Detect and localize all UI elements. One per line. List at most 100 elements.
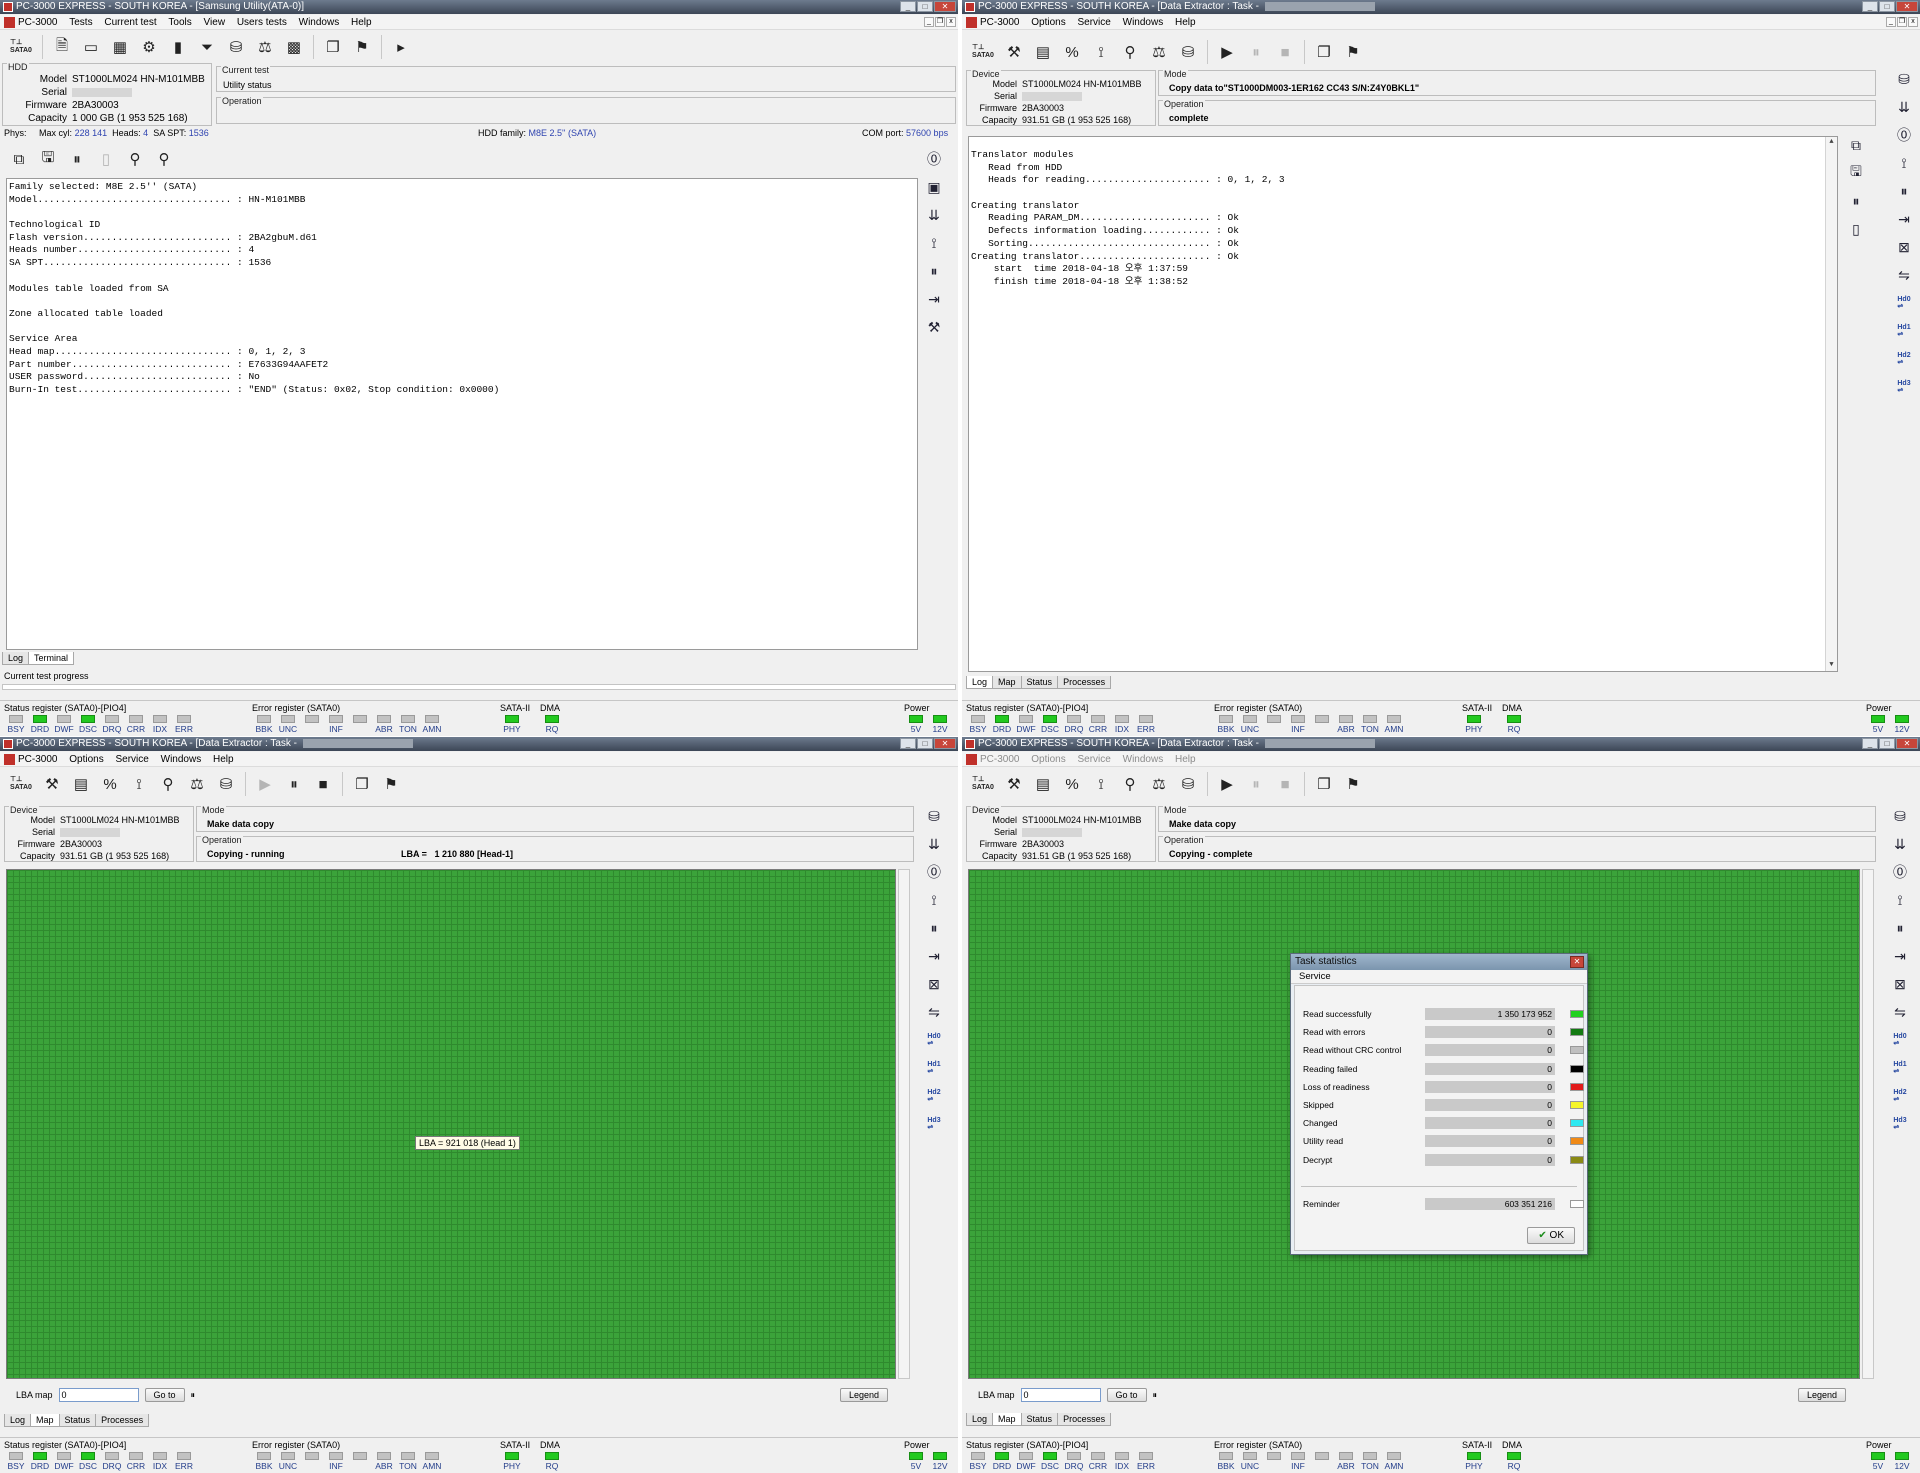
device-icon[interactable]: ⛁ (922, 803, 946, 829)
play-icon[interactable]: ▶ (1214, 39, 1240, 65)
lba-map-input[interactable]: 0 (58, 1388, 139, 1402)
menu-help[interactable]: Help (351, 15, 372, 30)
hd1-select-icon[interactable]: Hd1 ⇌ (922, 1055, 946, 1081)
step-icon[interactable]: ⇥ (922, 286, 946, 312)
scale-icon[interactable]: ⚖ (1146, 39, 1172, 65)
goto-button[interactable]: Go to (144, 1388, 185, 1402)
menu-options[interactable]: Options (69, 752, 103, 767)
mdi-restore-button[interactable]: ❐ (1897, 17, 1907, 27)
run-exit-icon[interactable]: ⚑ (1340, 39, 1366, 65)
device-icon[interactable]: ⛁ (1888, 803, 1912, 829)
tab-status[interactable]: Status (1020, 676, 1059, 689)
legend-button[interactable]: Legend (1798, 1388, 1847, 1402)
reset-icon[interactable]: ⇊ (922, 831, 946, 857)
task-icon[interactable]: ▤ (1030, 771, 1056, 797)
menu-windows[interactable]: Windows (299, 15, 340, 30)
tools-icon[interactable]: ⚒ (1001, 39, 1027, 65)
menu-pc3000[interactable]: PC-3000 (18, 752, 57, 767)
run-exit-icon[interactable]: ⚑ (1340, 771, 1366, 797)
play-icon[interactable]: ▶ (1214, 771, 1240, 797)
probe-icon[interactable]: ⟟ (922, 887, 946, 913)
close-button[interactable]: ✕ (1896, 1, 1918, 12)
scale-icon[interactable]: ⚖ (252, 34, 278, 60)
menu-pc3000[interactable]: PC-3000 (980, 15, 1019, 30)
step-icon[interactable]: ⇥ (1892, 206, 1916, 232)
menu-pc3000[interactable]: PC-3000 (18, 15, 57, 30)
menu-service[interactable]: Service (1078, 752, 1111, 767)
menu-service[interactable]: Service (1078, 15, 1111, 30)
save-log-icon[interactable]: 🖫 (1844, 160, 1868, 186)
close-button[interactable]: ✕ (1896, 738, 1918, 749)
hd2-select-icon[interactable]: Hd2 ⇌ (1892, 346, 1916, 372)
tools-icon[interactable]: ⚒ (39, 771, 65, 797)
stop-icon[interactable]: ■ (1272, 771, 1298, 797)
hd2-select-icon[interactable]: Hd2 ⇌ (922, 1083, 946, 1109)
dialog-close-icon[interactable]: ✕ (1570, 956, 1584, 968)
log-scrollbar[interactable]: ▲ ▼ (1825, 137, 1837, 671)
lba-map[interactable]: LBA = 921 018 (Head 1) (6, 869, 896, 1379)
reset-icon[interactable]: ⇊ (1892, 94, 1916, 120)
clear-icon[interactable]: ▯ (1844, 216, 1868, 242)
tab-map[interactable]: Map (992, 1413, 1022, 1426)
lba-map-input[interactable]: 0 (1020, 1388, 1101, 1402)
windows-icon[interactable]: ❐ (1311, 39, 1337, 65)
mdi-minimize-button[interactable]: _ (1886, 17, 1896, 27)
windows-icon[interactable]: ❐ (320, 34, 346, 60)
hd0-icon[interactable]: ⓪ (1888, 859, 1912, 885)
dialog-menu-service[interactable]: Service (1291, 970, 1587, 984)
cross-icon[interactable]: ⊠ (1888, 971, 1912, 997)
map-scrollbar[interactable] (898, 869, 910, 1379)
stop-icon[interactable]: ■ (1272, 39, 1298, 65)
probe-icon[interactable]: ⟟ (126, 771, 152, 797)
head-select-icon[interactable]: ⇋ (1888, 999, 1912, 1025)
reset-icon[interactable]: ⇊ (1888, 831, 1912, 857)
map-scrollbar[interactable] (1862, 869, 1874, 1379)
window-titlebar[interactable]: PC-3000 EXPRESS - SOUTH KOREA - [Data Ex… (962, 737, 1920, 751)
task-icon[interactable]: ▤ (1030, 39, 1056, 65)
menu-windows[interactable]: Windows (1123, 15, 1164, 30)
clear-icon[interactable]: ▯ (93, 146, 119, 172)
hd1-select-icon[interactable]: Hd1 ⇌ (1892, 318, 1916, 344)
hd3-select-icon[interactable]: Hd3 ⇌ (922, 1111, 946, 1137)
pause-side-icon[interactable]: ⏸ (922, 915, 946, 941)
sata0-port-icon[interactable]: ⊤⊥ SATA0 (968, 771, 998, 797)
menu-tools[interactable]: Tools (168, 15, 191, 30)
percent-icon[interactable]: % (1059, 771, 1085, 797)
tab-processes[interactable]: Processes (95, 1414, 150, 1427)
play-icon[interactable]: ▶ (252, 771, 278, 797)
tab-map[interactable]: Map (30, 1414, 60, 1427)
step-icon[interactable]: ⇥ (922, 943, 946, 969)
hd0-icon[interactable]: ⓪ (1892, 122, 1916, 148)
disk-icon[interactable]: ⛁ (223, 34, 249, 60)
pause-map-icon[interactable]: ⏸ (1153, 1390, 1158, 1401)
dialog-title[interactable]: Task statistics (1291, 954, 1587, 970)
scale-icon[interactable]: ⚖ (184, 771, 210, 797)
run-exit-icon[interactable]: ⚑ (349, 34, 375, 60)
log-output[interactable]: Family selected: M8E 2.5'' (SATA) Model..… (6, 178, 918, 650)
percent-icon[interactable]: % (97, 771, 123, 797)
monitor-icon[interactable]: ▣ (922, 174, 946, 200)
hd0-icon[interactable]: ⓪ (922, 859, 946, 885)
maximize-button[interactable]: □ (917, 1, 933, 12)
tab-map[interactable]: Map (992, 676, 1022, 689)
minimize-button[interactable]: _ (900, 738, 916, 749)
pause-side-icon[interactable]: ⏸ (1892, 178, 1916, 204)
probe-icon[interactable]: ⟟ (1088, 771, 1114, 797)
window-titlebar[interactable]: PC-3000 EXPRESS - SOUTH KOREA - [Data Ex… (0, 737, 958, 751)
hd0-select-icon[interactable]: Hd0 ⇌ (1892, 290, 1916, 316)
mdi-close-button[interactable]: x (1908, 17, 1918, 27)
log-output[interactable]: ▲ ▼ Translator modules Read from HDD Head… (968, 136, 1838, 672)
head-select-icon[interactable]: ⇋ (922, 999, 946, 1025)
funnel-icon[interactable]: ⏷ (194, 34, 220, 60)
disk-icon[interactable]: ⛁ (1175, 771, 1201, 797)
pause-map-icon[interactable]: ⏸ (191, 1390, 196, 1401)
find-next-icon[interactable]: ⚲ (151, 146, 177, 172)
gears-icon[interactable]: ⚙ (136, 34, 162, 60)
head-select-icon[interactable]: ⇋ (1892, 262, 1916, 288)
hd0-icon[interactable]: ⓪ (922, 146, 946, 172)
probe-icon[interactable]: ⟟ (1892, 150, 1916, 176)
tools-icon[interactable]: ⚒ (922, 314, 946, 340)
step-icon[interactable]: ⇥ (1888, 943, 1912, 969)
close-button[interactable]: ✕ (934, 738, 956, 749)
pause-icon[interactable]: ⏸ (1243, 771, 1269, 797)
